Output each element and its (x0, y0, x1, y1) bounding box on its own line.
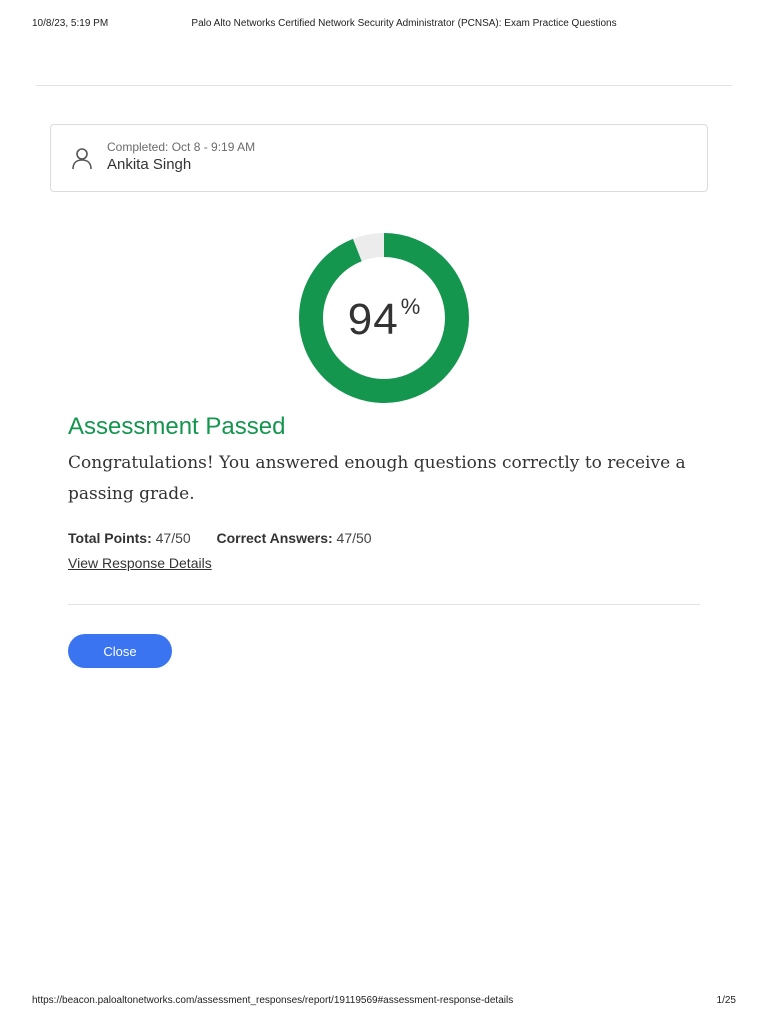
print-header: 10/8/23, 5:19 PM Palo Alto Networks Cert… (32, 14, 736, 34)
result-message: Congratulations! You answered enough que… (68, 453, 686, 504)
score-value: 94 (347, 295, 399, 344)
top-divider (36, 85, 732, 86)
page-number: 1/25 (716, 995, 736, 1006)
user-card: Completed: Oct 8 - 9:19 AM Ankita Singh (50, 124, 708, 192)
completed-timestamp: Completed: Oct 8 - 9:19 AM (107, 140, 256, 154)
correct-answers-label: Correct Answers: (216, 530, 333, 546)
correct-answers-value: 47/50 (336, 530, 372, 546)
view-response-details-link[interactable]: View Response Details (68, 555, 212, 571)
score-unit: % (400, 294, 421, 319)
score-donut: 94% (298, 229, 470, 407)
total-points-label: Total Points: (68, 530, 152, 546)
score-label: 94% (298, 294, 470, 345)
result-title: Assessment Passed (68, 413, 286, 440)
user-name: Ankita Singh (107, 156, 192, 173)
close-button[interactable]: Close (68, 634, 172, 668)
score-stats: Total Points: 47/50 Correct Answers: 47/… (68, 530, 372, 546)
document-title: Palo Alto Networks Certified Network Sec… (191, 18, 617, 29)
user-icon (71, 147, 93, 171)
page-url: https://beacon.paloaltonetworks.com/asse… (32, 995, 514, 1006)
section-divider (68, 604, 700, 605)
total-points-value: 47/50 (155, 530, 191, 546)
